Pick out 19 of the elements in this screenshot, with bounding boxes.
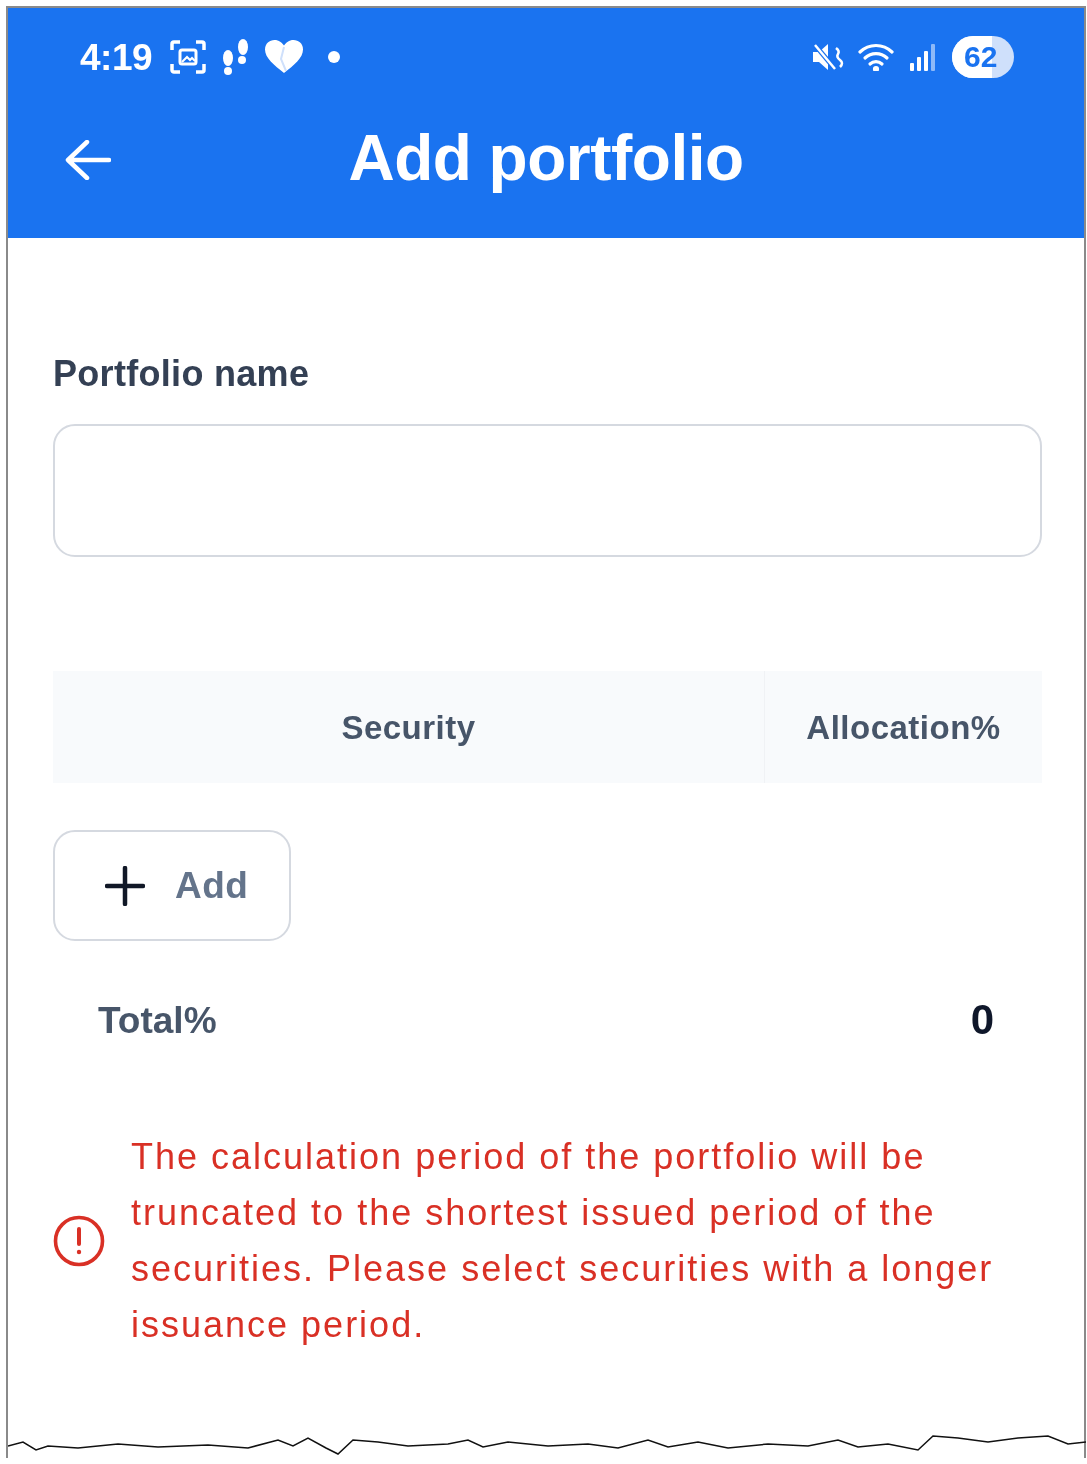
battery-indicator: 62	[952, 36, 1014, 78]
total-label: Total%	[98, 1001, 217, 1039]
mute-icon	[812, 42, 844, 72]
plus-icon	[105, 865, 145, 906]
wifi-icon	[858, 43, 894, 71]
column-header: Security	[341, 710, 476, 744]
field-label: Portfolio name	[53, 356, 311, 392]
column-header: Allocation%	[806, 710, 1001, 744]
clock-time: 4:19	[80, 38, 153, 76]
screenshot-icon	[170, 40, 207, 74]
warning-message: The calculation period of the portfolio will be truncated to the shortest issued period of the securities. Please select securities with a longer issuance period.	[131, 1135, 995, 1347]
portfolio-name-input[interactable]	[53, 424, 1042, 557]
total-value: 0	[970, 999, 994, 1041]
heart-icon	[264, 39, 305, 75]
back-arrow-icon	[65, 140, 111, 180]
add-button[interactable]: Add	[53, 830, 291, 941]
dot-icon	[328, 51, 341, 63]
warning-icon	[53, 1215, 105, 1267]
signal-icon	[910, 43, 938, 71]
